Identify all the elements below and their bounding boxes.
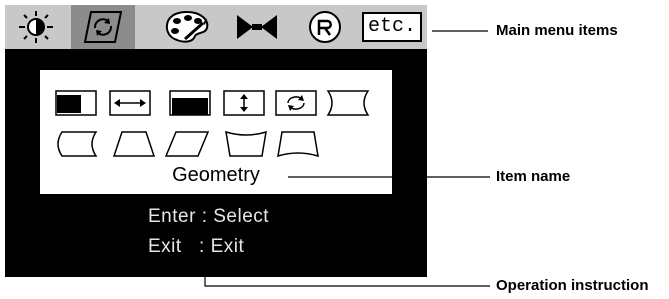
operation-leader-line xyxy=(204,272,490,287)
callout-lines xyxy=(204,30,490,287)
main-menu-callout: Main menu items xyxy=(496,22,618,39)
operation-callout: Operation instruction xyxy=(496,277,649,294)
item-name-callout: Item name xyxy=(496,168,571,185)
